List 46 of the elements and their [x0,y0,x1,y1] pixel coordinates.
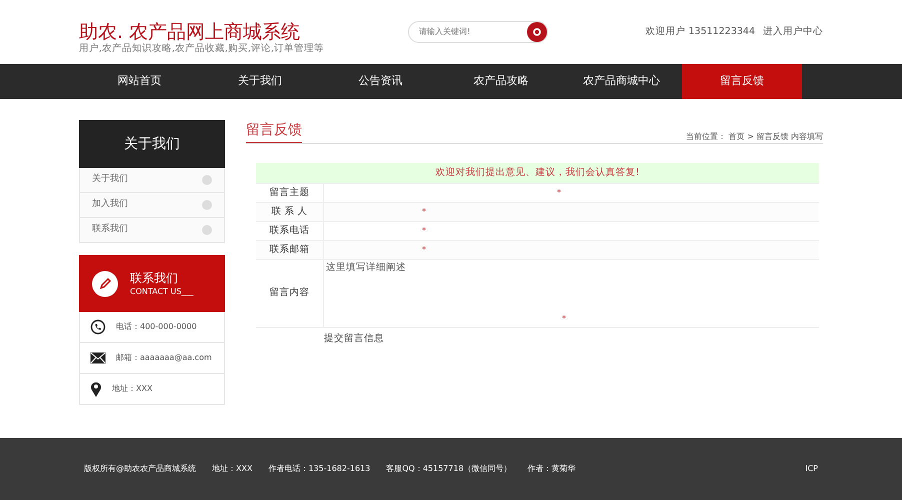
submit-button[interactable]: 提交留言信息 [324,328,384,350]
bullet-icon [202,175,212,185]
contact-subtitle: CONTACT US___ [130,286,194,298]
required-mark: * [422,244,426,256]
site-subtitle: 用户,农产品知识攻略,农产品收藏,购买,评论,订单管理等 [79,43,324,55]
sidebar-item-label[interactable]: 关于我们 [92,173,128,187]
contact-info: 电话：400-000-0000 [116,321,197,333]
bullet-icon [202,225,212,235]
search-button[interactable] [527,22,548,42]
field-label: 联 系 人 [256,203,324,221]
bullet-icon [202,200,212,210]
required-mark: * [557,187,561,199]
nav-tab[interactable]: 农产品商城中心 [561,64,682,99]
contact-title: 联系我们 [130,270,179,286]
sidebar-item-label[interactable]: 联系我们 [92,223,128,237]
footer-text: 地址：XXX [212,463,252,475]
footer-text: ICP [805,463,818,475]
sidebar-item-label[interactable]: 加入我们 [92,198,128,212]
site-title: 助农. 农产品网上商城系统 [79,21,302,43]
user-center-link[interactable]: 进入用户中心 [763,24,823,40]
search-bar[interactable]: 请输入关键词! [408,21,548,43]
footer-text: 作者：黄菊华 [528,463,576,475]
contact-info: 地址：XXX [112,383,152,395]
nav-tab[interactable]: 留言反馈 [682,64,802,99]
notice-banner: 欢迎对我们提出意见、建议，我们会认真答复! [256,163,819,183]
breadcrumb: 当前位置： 首页 > 留言反馈 内容填写 [686,131,823,143]
page-title: 留言反馈 [246,120,302,143]
required-mark: * [422,206,426,218]
nav-tab[interactable]: 农产品攻略 [440,64,561,99]
field-label: 联系邮箱 [256,241,324,259]
required-mark: * [562,313,566,325]
nav-tab[interactable]: 网站首页 [79,64,200,99]
footer-text: 作者电话：135-1682-1613 [268,463,370,475]
phone-icon [90,319,106,335]
welcome-text: 欢迎用户 13511223344 [645,24,755,39]
footer-text: 版权所有@助农农产品商城系统 [84,463,196,475]
footer-text: 客服QQ：45157718（微信同号） [386,463,512,475]
sidebar-title: 关于我们 [79,120,225,168]
location-pin-icon [90,381,102,397]
mail-icon [90,352,106,364]
pencil-icon [92,270,118,296]
nav-tab[interactable]: 公告资讯 [320,64,440,99]
search-icon [532,27,542,37]
nav-tab[interactable]: 关于我们 [200,64,320,99]
contact-info: 邮箱：aaaaaaa@aa.com [116,352,212,364]
required-mark: * [422,225,426,237]
